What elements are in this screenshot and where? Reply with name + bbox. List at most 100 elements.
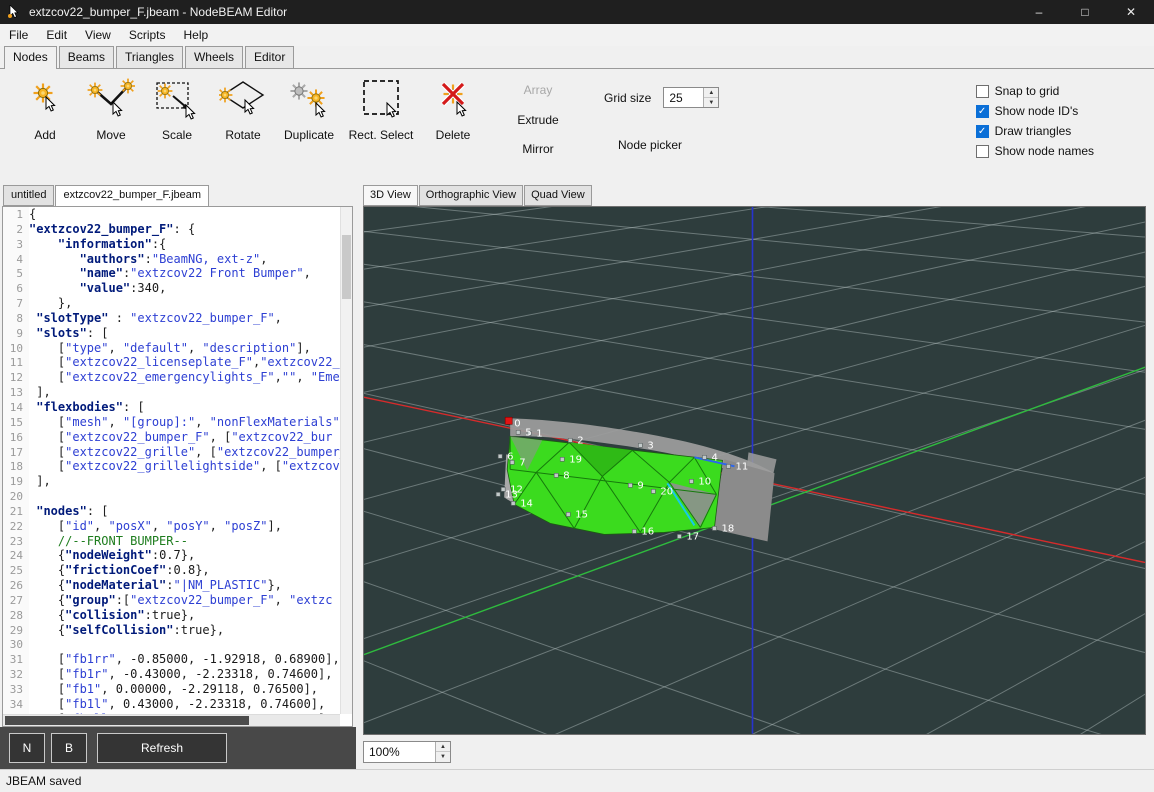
horizontal-scrollbar-thumb[interactable]	[5, 716, 249, 725]
node-marker-18[interactable]	[712, 526, 716, 530]
spin-up-icon[interactable]: ▲	[704, 88, 718, 98]
3d-viewport[interactable]: 05123411671989201012131415161718	[363, 206, 1146, 735]
tool-move[interactable]: Move	[78, 69, 144, 169]
zoom-value[interactable]: 100%	[364, 742, 435, 762]
mirror-button[interactable]: Mirror	[522, 142, 553, 156]
code-line-32[interactable]: 32 ["fb1r", -0.43000, -2.23318, 0.74600]…	[3, 667, 340, 682]
code-line-5[interactable]: 5 "name":"extzcov22 Front Bumper",	[3, 266, 340, 281]
code-line-24[interactable]: 24 {"nodeWeight":0.7},	[3, 548, 340, 563]
code-line-14[interactable]: 14 "flexbodies": [	[3, 400, 340, 415]
code-line-30[interactable]: 30	[3, 637, 340, 652]
tool-rect-select[interactable]: Rect. Select	[342, 69, 420, 169]
menu-help[interactable]: Help	[175, 24, 218, 46]
menu-edit[interactable]: Edit	[37, 24, 76, 46]
code-line-9[interactable]: 9 "slots": [	[3, 326, 340, 341]
extrude-button[interactable]: Extrude	[517, 113, 558, 127]
code-line-29[interactable]: 29 {"selfCollision":true},	[3, 623, 340, 638]
code-line-19[interactable]: 19 ],	[3, 474, 340, 489]
tool-scale[interactable]: Scale	[144, 69, 210, 169]
tab-quad-view[interactable]: Quad View	[524, 185, 592, 206]
menu-file[interactable]: File	[0, 24, 37, 46]
node-marker-10[interactable]	[689, 479, 693, 483]
code-line-34[interactable]: 34 ["fb1l", 0.43000, -2.23318, 0.74600],	[3, 697, 340, 712]
code-line-4[interactable]: 4 "authors":"BeamNG, ext-z",	[3, 252, 340, 267]
tab-beams[interactable]: Beams	[59, 46, 114, 68]
tool-delete[interactable]: Delete	[420, 69, 486, 169]
tool-duplicate[interactable]: Duplicate	[276, 69, 342, 169]
checkbox-unchecked-icon[interactable]	[976, 85, 989, 98]
node-marker-19[interactable]	[560, 457, 564, 461]
node-marker-9[interactable]	[628, 483, 632, 487]
node-marker-2[interactable]	[568, 438, 572, 442]
code-line-25[interactable]: 25 {"frictionCoef":0.8},	[3, 563, 340, 578]
tab-wheels[interactable]: Wheels	[185, 46, 243, 68]
checkbox-snap-to-grid[interactable]: Snap to grid	[976, 84, 1094, 98]
spin-down-icon[interactable]: ▼	[704, 98, 718, 107]
zoom-spinbox[interactable]: 100% ▲ ▼	[363, 741, 451, 763]
node-marker-17[interactable]	[677, 534, 681, 538]
n-button[interactable]: N	[9, 733, 45, 763]
maximize-button[interactable]: □	[1062, 0, 1108, 24]
code-line-28[interactable]: 28 {"collision":true},	[3, 608, 340, 623]
code-line-17[interactable]: 17 ["extzcov22_grille", ["extzcov22_bump…	[3, 445, 340, 460]
b-button[interactable]: B	[51, 733, 87, 763]
spin-down-icon[interactable]: ▼	[436, 752, 450, 762]
node-marker-3[interactable]	[638, 443, 642, 447]
code-line-23[interactable]: 23 //--FRONT BUMPER--	[3, 534, 340, 549]
tab-editor[interactable]: Editor	[245, 46, 294, 68]
code-line-22[interactable]: 22 ["id", "posX", "posY", "posZ"],	[3, 519, 340, 534]
code-line-15[interactable]: 15 ["mesh", "[group]:", "nonFlexMaterial…	[3, 415, 340, 430]
node-marker-4[interactable]	[702, 455, 706, 459]
code-line-20[interactable]: 20	[3, 489, 340, 504]
code-line-7[interactable]: 7 },	[3, 296, 340, 311]
code-editor[interactable]: 1{2"extzcov22_bumper_F": {3 "information…	[2, 206, 353, 727]
node-marker-13[interactable]	[496, 492, 500, 496]
node-marker-20[interactable]	[651, 489, 655, 493]
checkbox-checked-icon[interactable]: ✓	[976, 125, 989, 138]
tab-nodes[interactable]: Nodes	[4, 46, 57, 69]
node-marker-15[interactable]	[566, 512, 570, 516]
minimize-button[interactable]: –	[1016, 0, 1062, 24]
menu-view[interactable]: View	[76, 24, 120, 46]
code-line-13[interactable]: 13 ],	[3, 385, 340, 400]
node-marker-16[interactable]	[632, 529, 636, 533]
code-line-3[interactable]: 3 "information":{	[3, 237, 340, 252]
grid-size-value[interactable]: 25	[664, 88, 703, 107]
file-tab-jbeam[interactable]: extzcov22_bumper_F.jbeam	[55, 185, 209, 207]
array-button[interactable]: Array	[524, 83, 553, 97]
node-marker-14[interactable]	[511, 501, 515, 505]
node-marker-0[interactable]	[505, 417, 512, 424]
code-line-12[interactable]: 12 ["extzcov22_emergencylights_F","", "E…	[3, 370, 340, 385]
code-line-11[interactable]: 11 ["extzcov22_licenseplate_F","extzcov2…	[3, 355, 340, 370]
tab-3d-view[interactable]: 3D View	[363, 185, 418, 206]
checkbox-checked-icon[interactable]: ✓	[976, 105, 989, 118]
code-line-2[interactable]: 2"extzcov22_bumper_F": {	[3, 222, 340, 237]
code-line-16[interactable]: 16 ["extzcov22_bumper_F", ["extzcov22_bu…	[3, 430, 340, 445]
code-line-31[interactable]: 31 ["fb1rr", -0.85000, -1.92918, 0.68900…	[3, 652, 340, 667]
tool-rotate[interactable]: Rotate	[210, 69, 276, 169]
spin-up-icon[interactable]: ▲	[436, 742, 450, 753]
code-line-18[interactable]: 18 ["extzcov22_grillelightside", ["extzc…	[3, 459, 340, 474]
grid-size-spinbox[interactable]: 25 ▲ ▼	[663, 87, 719, 108]
tool-add[interactable]: Add	[12, 69, 78, 169]
checkbox-draw-triangles[interactable]: ✓Draw triangles	[976, 124, 1094, 138]
code-line-26[interactable]: 26 {"nodeMaterial":"|NM_PLASTIC"},	[3, 578, 340, 593]
tab-orthographic-view[interactable]: Orthographic View	[419, 185, 523, 206]
vertical-scrollbar[interactable]	[340, 207, 352, 714]
node-marker-8[interactable]	[554, 473, 558, 477]
code-line-10[interactable]: 10 ["type", "default", "description"],	[3, 341, 340, 356]
horizontal-scrollbar[interactable]	[3, 714, 340, 726]
code-line-21[interactable]: 21 "nodes": [	[3, 504, 340, 519]
refresh-button[interactable]: Refresh	[97, 733, 227, 763]
checkbox-unchecked-icon[interactable]	[976, 145, 989, 158]
file-tab-untitled[interactable]: untitled	[3, 185, 54, 206]
code-line-27[interactable]: 27 {"group":["extzcov22_bumper_F", "extz…	[3, 593, 340, 608]
node-marker-5[interactable]	[516, 430, 520, 434]
code-line-1[interactable]: 1{	[3, 207, 340, 222]
node-marker-6[interactable]	[498, 454, 502, 458]
code-line-8[interactable]: 8 "slotType" : "extzcov22_bumper_F",	[3, 311, 340, 326]
checkbox-show-node-names[interactable]: Show node names	[976, 144, 1094, 158]
code-line-33[interactable]: 33 ["fb1", 0.00000, -2.29118, 0.76500],	[3, 682, 340, 697]
menu-scripts[interactable]: Scripts	[120, 24, 175, 46]
tab-triangles[interactable]: Triangles	[116, 46, 183, 68]
